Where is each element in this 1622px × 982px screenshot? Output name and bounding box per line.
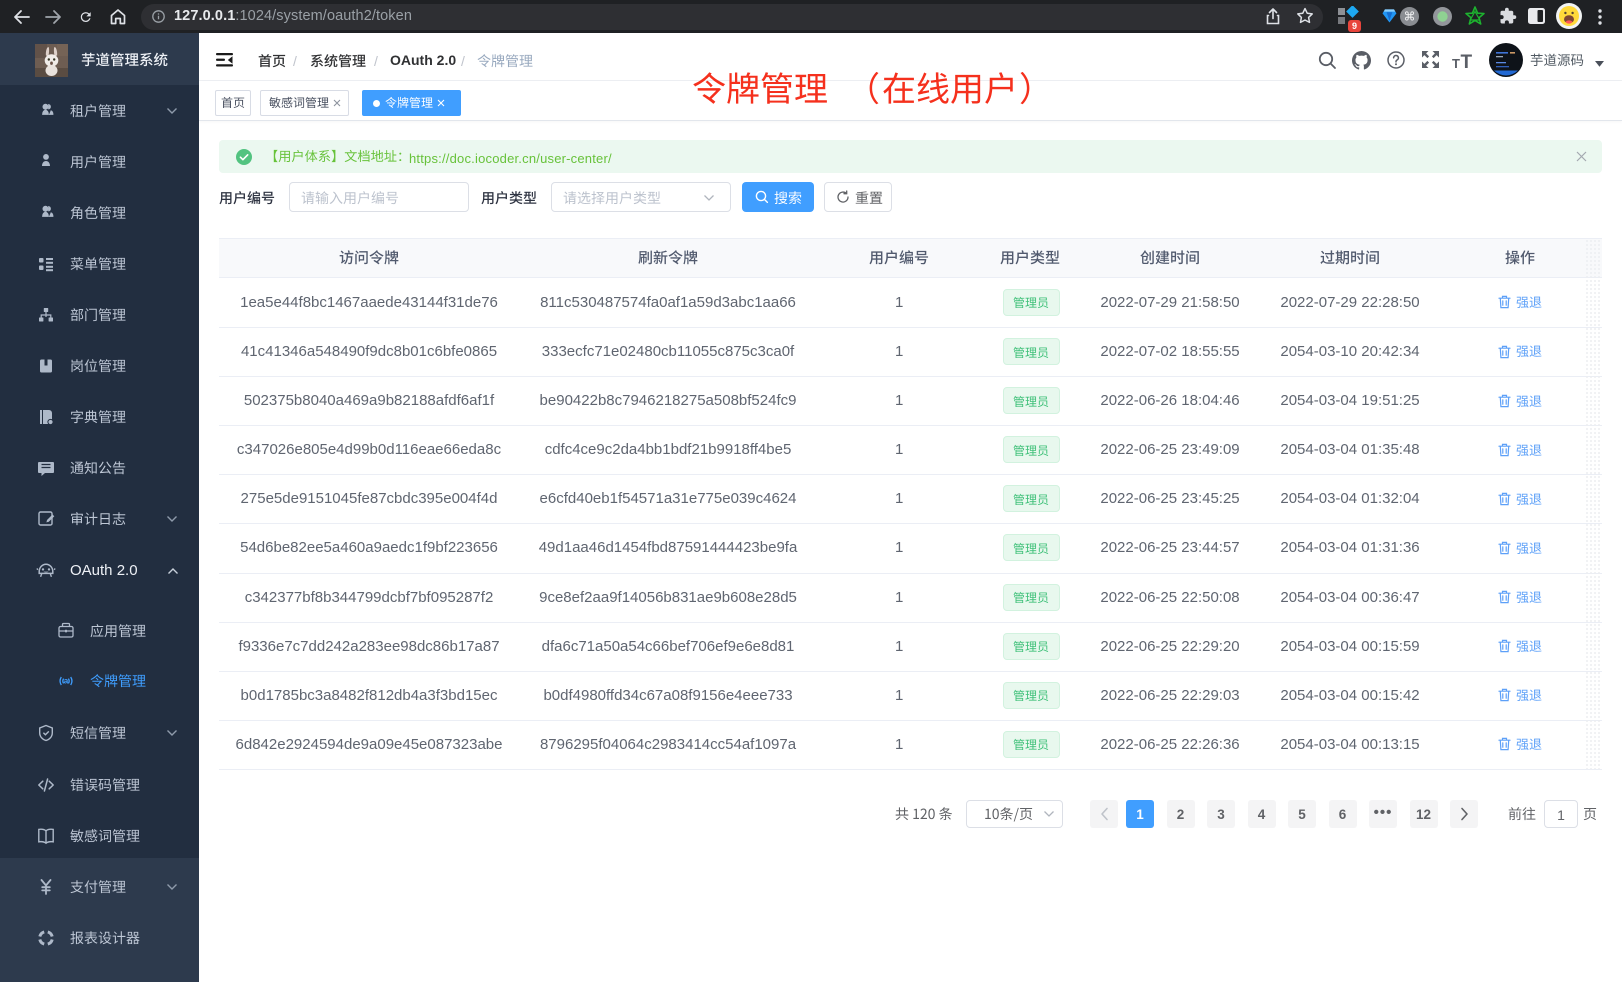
- svg-text:T: T: [1461, 52, 1473, 70]
- svg-text:T: T: [1452, 56, 1460, 70]
- svg-text:a: a: [64, 676, 69, 685]
- svg-text:⌘: ⌘: [1404, 10, 1416, 24]
